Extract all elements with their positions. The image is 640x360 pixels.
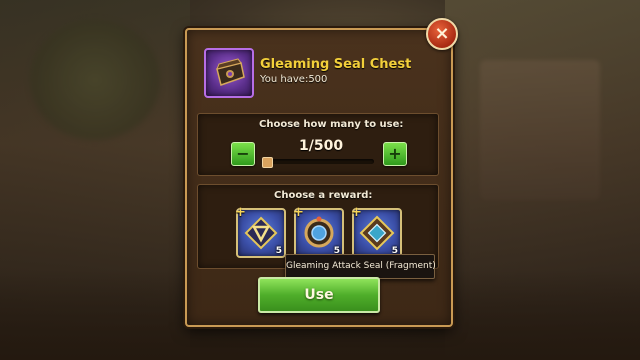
reward-option-2[interactable]: + 5 [293, 205, 344, 258]
attack-seal-fragment-icon [244, 216, 278, 250]
chest-icon [204, 48, 254, 98]
reward-option-3[interactable]: + 5 [351, 205, 402, 258]
quantity-value: 1/500 [299, 138, 344, 154]
reward-option-1[interactable]: + 5 [235, 205, 286, 258]
owned-count: You have:500 [260, 74, 328, 85]
reward-tooltip: Gleaming Attack Seal (Fragment) [285, 254, 436, 279]
minus-icon: − [236, 144, 250, 163]
background-house [480, 60, 600, 200]
upgrade-plus-icon: + [235, 205, 246, 220]
close-button[interactable]: × [426, 18, 458, 50]
slider-handle[interactable] [262, 157, 273, 168]
seal-fragment-icon [304, 216, 334, 248]
close-icon: × [434, 23, 450, 44]
reward-count: 5 [275, 246, 282, 256]
upgrade-plus-icon: + [293, 205, 304, 220]
quantity-prompt: Choose how many to use: [259, 119, 404, 130]
use-button[interactable]: Use [258, 277, 380, 313]
item-name: Gleaming Seal Chest [260, 57, 412, 72]
plus-icon: + [388, 144, 402, 163]
decrease-button[interactable]: − [231, 142, 255, 166]
seal-fragment-icon [359, 215, 395, 251]
increase-button[interactable]: + [383, 142, 407, 166]
quantity-slider[interactable] [262, 159, 374, 164]
upgrade-plus-icon: + [351, 205, 362, 220]
background-tree [30, 20, 160, 140]
reward-prompt: Choose a reward: [274, 190, 373, 201]
use-button-label: Use [304, 287, 334, 303]
